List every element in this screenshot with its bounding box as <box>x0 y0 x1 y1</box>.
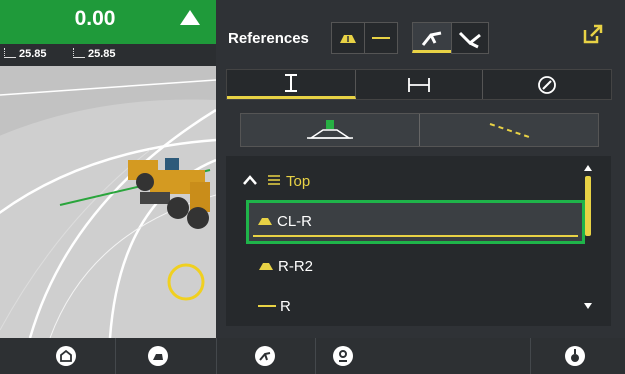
measure-tabs <box>226 69 612 100</box>
panel-title: References <box>228 30 309 47</box>
compass-icon <box>538 76 556 94</box>
slope-icon <box>421 31 442 46</box>
tab-vertical[interactable] <box>227 70 356 99</box>
operator-button[interactable] <box>544 338 606 374</box>
road-surface-button[interactable] <box>331 22 365 54</box>
line-icon <box>372 37 390 39</box>
chevron-up-icon <box>243 175 257 185</box>
slope-button[interactable] <box>412 22 452 53</box>
layers-icon <box>268 175 280 185</box>
list-item-label: CL-R <box>277 213 313 230</box>
scroll-down-icon[interactable] <box>583 298 593 309</box>
list-item-label: R <box>280 298 291 315</box>
horizontal-measure-icon <box>408 78 430 92</box>
vertical-measure-icon <box>285 74 297 92</box>
group-header-top[interactable]: Top <box>226 162 586 202</box>
slope-icon <box>255 346 275 366</box>
scrollbar-thumb[interactable] <box>585 176 591 236</box>
machine-view-icon <box>148 346 168 366</box>
reference-list[interactable]: Top CL-R R-R2 R <box>226 156 611 326</box>
machine-view-button[interactable] <box>127 338 189 374</box>
crossfall-button[interactable] <box>451 22 489 54</box>
home-button[interactable] <box>35 338 97 374</box>
divider <box>115 338 116 374</box>
surface-type-selector <box>240 113 599 147</box>
surface-offset-button[interactable] <box>241 114 420 146</box>
list-item[interactable]: CL-R <box>246 200 585 244</box>
group-label: Top <box>286 173 311 190</box>
left-offset-icon <box>4 48 16 58</box>
slope-nav-button[interactable] <box>234 338 296 374</box>
scroll-up-icon[interactable] <box>583 160 593 171</box>
location-pin-icon <box>333 346 353 366</box>
line-button[interactable] <box>364 22 398 54</box>
up-arrow-icon <box>180 10 200 25</box>
surface-offset-icon <box>307 120 353 139</box>
tab-horizontal[interactable] <box>356 70 483 99</box>
tab-compass[interactable] <box>483 70 611 99</box>
elevation-status-bar: 0.00 <box>0 0 216 44</box>
crossfall-icon <box>458 31 481 49</box>
road-surface-icon <box>259 263 273 270</box>
line-icon <box>258 305 276 307</box>
list-item[interactable]: R-R2 <box>258 248 558 288</box>
dashed-line-button[interactable] <box>420 114 598 146</box>
right-offset-icon <box>73 48 85 58</box>
divider <box>530 338 531 374</box>
offset-bar: 25.85 25.85 <box>0 44 216 66</box>
list-item[interactable]: R <box>258 288 558 328</box>
dashed-line-icon <box>489 123 533 139</box>
location-button[interactable] <box>312 338 374 374</box>
bottom-nav <box>0 338 625 374</box>
open-external-icon <box>583 24 603 44</box>
open-external-button[interactable] <box>581 22 605 46</box>
person-icon <box>565 346 585 366</box>
list-item-label: R-R2 <box>278 258 314 275</box>
right-offset: 25.85 <box>73 48 116 60</box>
home-icon <box>56 346 76 366</box>
left-offset: 25.85 <box>4 48 47 60</box>
road-surface-icon <box>340 35 356 43</box>
road-surface-icon <box>258 218 272 225</box>
divider <box>216 338 217 374</box>
elevation-value: 0.00 <box>74 7 116 30</box>
